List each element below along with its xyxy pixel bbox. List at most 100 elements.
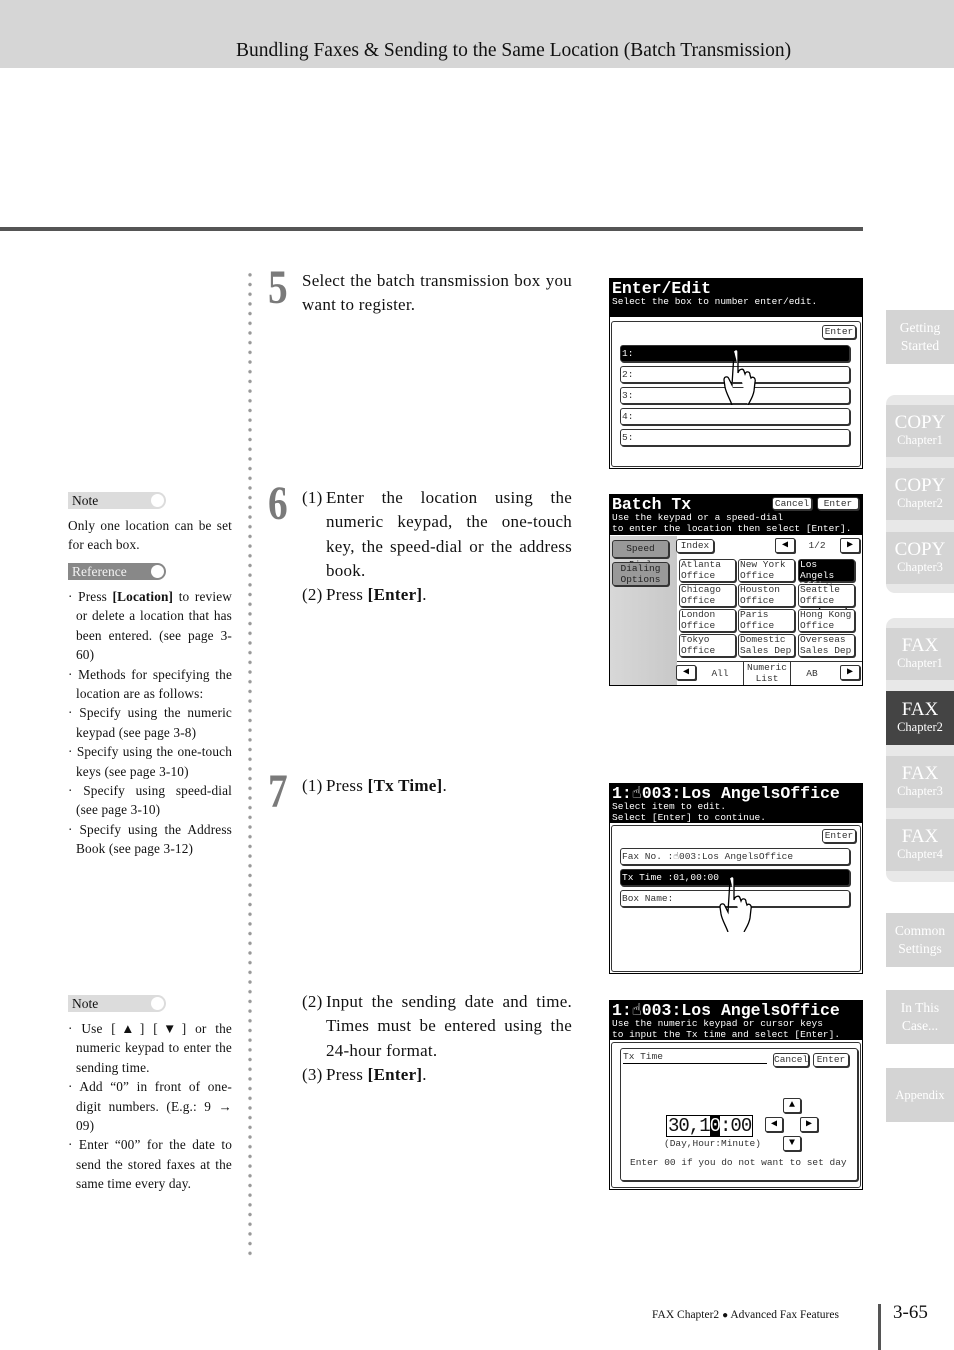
sub-step-number: (2) (302, 585, 323, 605)
next-page-icon[interactable]: ▶ (840, 538, 860, 553)
sub-step-text: Press [Tx Time]. (326, 776, 447, 795)
box-row-5[interactable]: 5: (620, 429, 850, 446)
speed-dial-key-label: Office (681, 644, 716, 656)
reference-tag: Reference (68, 563, 166, 580)
tag-circle-icon (151, 494, 164, 507)
speed-dial-key-label: Seattle (800, 584, 840, 595)
speed-dial-key[interactable]: London Office (679, 609, 736, 632)
speed-dial-key-label: Office (740, 594, 775, 606)
step-number-7: 7 (268, 765, 288, 818)
enter-edit-screen: Enter/Edit Select the box to number ente… (609, 278, 863, 469)
tag-circle-icon (151, 565, 164, 578)
sub-step-text: Enter the location using the numeric key… (326, 488, 572, 580)
speed-dial-key[interactable]: New York Office (738, 559, 795, 582)
footer-divider (878, 1304, 881, 1350)
enter-button[interactable]: Enter (822, 325, 856, 339)
enter-button[interactable]: Enter (813, 1053, 849, 1067)
sub-step-number: (1) (302, 488, 323, 507)
speed-dial-key[interactable]: Overseas Sales Dep (798, 634, 855, 657)
header-rule (0, 227, 863, 231)
tab-fax-chapter1[interactable]: FAX Chapter1 (886, 628, 954, 680)
tag-circle-icon (151, 997, 164, 1010)
sub-step-number: (2) (302, 992, 323, 1011)
index-button[interactable]: Index (676, 539, 714, 553)
speed-dial-key[interactable]: Hong Kong Office (798, 609, 855, 632)
tab-prev-icon[interactable]: ◀ (676, 665, 696, 680)
dialing-options-button[interactable]: Dialing Options (612, 562, 669, 586)
tab-all[interactable]: All (705, 668, 735, 679)
speed-dial-key-label: Paris (740, 609, 769, 620)
cancel-button[interactable]: Cancel (772, 497, 812, 510)
tab-ab[interactable]: AB (795, 668, 829, 679)
note-item: · Enter “00” for the date to send the st… (68, 1137, 232, 1192)
dotted-separator (247, 270, 253, 1260)
speed-dial-key-label: Office (681, 619, 716, 631)
speed-dial-key-label: Office (740, 619, 775, 631)
speed-dial-key-label: Sales Dep (740, 644, 792, 656)
speed-dial-key-label: London (681, 609, 716, 620)
speed-dial-key-label: Houston (740, 584, 780, 595)
enter-button[interactable]: Enter (822, 829, 856, 843)
screen-subtitle: Select the box to number enter/edit. (612, 296, 818, 307)
screen-title: 1:☝003:Los AngelsOffice (612, 784, 840, 803)
format-hint: (Day,Hour:Minute) (664, 1138, 761, 1149)
sub-step-text: Press [Enter]. (326, 1064, 427, 1084)
speed-dial-key[interactable]: Chicago Office (679, 584, 736, 607)
reference-item: · Specify using speed-dial (see page 3-1… (68, 783, 232, 818)
tab-next-icon[interactable]: ▶ (840, 665, 860, 680)
page-number: 3-65 (893, 1302, 928, 1323)
screen-subtitle-line1: Select item to edit. (612, 801, 727, 812)
tab-common-settings[interactable]: Common Settings (886, 913, 954, 967)
down-arrow-icon[interactable]: ▼ (783, 1136, 801, 1151)
step-6-text: (1) Enter the location using the numeric … (302, 486, 572, 607)
tab-fax-chapter3[interactable]: FAX Chapter3 (886, 756, 954, 808)
speed-dial-key[interactable]: Domestic Sales Dep (738, 634, 795, 657)
enter-button[interactable]: Enter (817, 497, 859, 510)
screen-subtitle-line2: to enter the location then select [Enter… (612, 522, 852, 534)
note-item: · Add “0” in front of one-digit numbers.… (68, 1079, 232, 1134)
tab-appendix[interactable]: Appendix (886, 1068, 954, 1122)
note-text: Only one location can be set for each bo… (68, 518, 232, 553)
tab-fax-chapter4[interactable]: FAX Chapter4 (886, 819, 954, 871)
screen-subtitle-line1: Use the numeric keypad or cursor keys (612, 1018, 823, 1029)
box-detail-screen: 1:☝003:Los AngelsOffice Select item to e… (609, 783, 863, 974)
tab-copy-chapter1[interactable]: COPY Chapter1 (886, 405, 954, 457)
tab-in-this-case[interactable]: In This Case... (886, 990, 954, 1044)
tab-copy-chapter3[interactable]: COPY Chapter3 (886, 532, 954, 584)
tab-getting-started[interactable]: Getting Started (886, 310, 954, 364)
tab-fax-chapter2[interactable]: FAX Chapter2 (886, 691, 954, 745)
speed-dial-key[interactable]: Tokyo Office (679, 634, 736, 657)
cursor-digit: 0 (709, 1115, 721, 1137)
reference-item: · Specify using the numeric keypad (see … (68, 705, 232, 740)
fax-number-row[interactable]: Fax No. :☝003:Los AngelsOffice (620, 848, 850, 865)
speed-dial-key[interactable]: Seattle Office (798, 584, 855, 607)
speed-dial-key-label: New York (740, 559, 786, 570)
speed-dial-key-label: Atlanta (681, 559, 721, 570)
step-7-part1-text: (1) Press [Tx Time]. (302, 774, 572, 798)
speed-dial-key-label: Office (740, 569, 775, 581)
speed-dial-key-label: Office (681, 594, 716, 606)
page-title: Bundling Faxes & Sending to the Same Loc… (236, 40, 792, 61)
pointing-hand-icon (719, 876, 752, 932)
up-arrow-icon[interactable]: ▲ (783, 1098, 801, 1113)
speed-dial-key[interactable]: Atlanta Office (679, 559, 736, 582)
speed-dial-key[interactable]: Los AngelsOffice (798, 559, 855, 591)
speed-dial-key-label: Overseas (800, 634, 846, 645)
box-row-4[interactable]: 4: (620, 408, 850, 425)
note-tag: Note (68, 995, 166, 1012)
speed-dial-button[interactable]: Speed Dial (612, 540, 669, 570)
speed-dial-key[interactable]: Houston Office (738, 584, 795, 607)
tx-time-dialog: Tx Time Cancel Enter 30,10:00 (Day,Hour:… (620, 1048, 858, 1181)
dialog-title: Tx Time (623, 1051, 767, 1064)
time-input[interactable]: 30,10:00 (666, 1115, 754, 1137)
speed-dial-key-label: Hong Kong (800, 609, 852, 620)
tab-numeric-list[interactable]: Numeric List (743, 661, 791, 685)
speed-dial-key-label: Sales Dep (800, 644, 852, 656)
cancel-button[interactable]: Cancel (773, 1053, 809, 1067)
tab-copy-chapter2[interactable]: COPY Chapter2 (886, 468, 954, 520)
right-arrow-icon[interactable]: ▶ (800, 1117, 818, 1132)
speed-dial-key[interactable]: Paris Office (738, 609, 795, 632)
speed-dial-key-label: Tokyo (681, 634, 710, 645)
prev-page-icon[interactable]: ◀ (775, 538, 795, 553)
left-arrow-icon[interactable]: ◀ (765, 1117, 783, 1132)
